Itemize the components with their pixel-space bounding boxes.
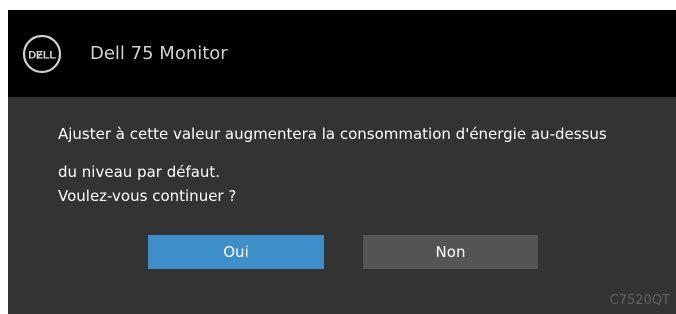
model-code: C7520QT bbox=[609, 293, 670, 308]
osd-header: DɆLL Dell 75 Monitor bbox=[8, 10, 676, 97]
monitor-title: Dell 75 Monitor bbox=[90, 43, 228, 64]
dialog-message-line-2: du niveau par défaut. bbox=[58, 163, 221, 181]
dell-logo-icon: DɆLL bbox=[22, 34, 62, 74]
no-button[interactable]: Non bbox=[363, 235, 538, 269]
dialog-question: Voulez-vous continuer ? bbox=[58, 187, 237, 205]
monitor-osd-dialog: DɆLL Dell 75 Monitor Ajuster à cette val… bbox=[8, 10, 676, 314]
svg-text:DɆLL: DɆLL bbox=[28, 50, 56, 62]
dialog-message-line-1: Ajuster à cette valeur augmentera la con… bbox=[58, 125, 607, 143]
yes-button[interactable]: Oui bbox=[148, 235, 324, 269]
